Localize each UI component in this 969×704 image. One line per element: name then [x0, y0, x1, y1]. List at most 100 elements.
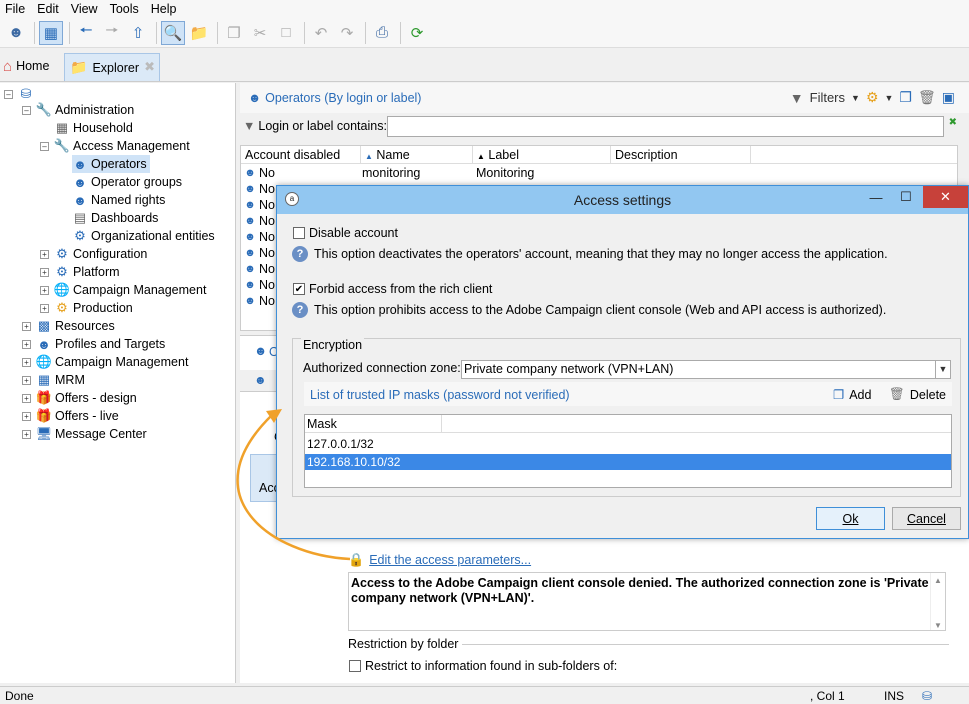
- filter-icon[interactable]: ▼: [790, 90, 804, 106]
- fullscreen-icon[interactable]: ▣: [942, 89, 955, 106]
- tree-item-administration[interactable]: – 🔧 Administration: [22, 101, 134, 119]
- tree-item-label: Production: [73, 301, 133, 315]
- expand-icon[interactable]: +: [22, 393, 31, 403]
- paste-icon[interactable]: □: [274, 21, 298, 45]
- restrict-subfolder-option[interactable]: Restrict to information found in sub-fol…: [349, 659, 617, 673]
- tree-item-production[interactable]: + ⚙ Production: [40, 299, 133, 317]
- menu-help[interactable]: Help: [145, 2, 183, 16]
- column-header[interactable]: Account disabled: [241, 145, 361, 164]
- tree-item-offers-live[interactable]: + 🎁 Offers - live: [22, 407, 119, 425]
- column-header[interactable]: ▲ Label: [473, 145, 611, 164]
- tree-item-household[interactable]: ▦ Household: [54, 119, 133, 137]
- column-header-name[interactable]: ▲ Name: [361, 145, 473, 164]
- scrollbar[interactable]: ▲ ▼: [930, 573, 945, 630]
- gear-icon: ⚙: [56, 264, 68, 279]
- expand-icon[interactable]: +: [40, 267, 49, 277]
- folder-icon: 📁: [70, 59, 88, 75]
- expand-icon[interactable]: +: [40, 249, 49, 259]
- restrict-checkbox[interactable]: [349, 660, 361, 672]
- delete-icon[interactable]: 🗑: [918, 89, 936, 106]
- login-filter-input[interactable]: [387, 116, 944, 137]
- minimize-icon[interactable]: —: [860, 186, 892, 208]
- collapse-icon[interactable]: –: [40, 141, 49, 151]
- redo-icon[interactable]: ↷: [335, 21, 359, 45]
- ip-mask-table: Mask 127.0.0.1/32 192.168.10.10/32: [304, 414, 952, 488]
- connection-zone-select[interactable]: Private company network (VPN+LAN) ▼: [461, 360, 951, 379]
- tab-home[interactable]: ⌂ Home: [3, 55, 49, 77]
- forbid-access-option[interactable]: ✔ Forbid access from the rich client: [293, 282, 492, 296]
- menu-tools[interactable]: Tools: [104, 2, 145, 16]
- chevron-down-icon[interactable]: ▼: [851, 93, 860, 103]
- expand-icon[interactable]: +: [22, 357, 31, 367]
- collapse-icon[interactable]: –: [4, 89, 13, 99]
- menu-edit[interactable]: Edit: [31, 2, 65, 16]
- filters-button[interactable]: Filters: [810, 90, 845, 105]
- expand-icon[interactable]: +: [40, 303, 49, 313]
- table-row[interactable]: 127.0.0.1/32: [305, 436, 951, 452]
- column-header[interactable]: Description: [611, 145, 751, 164]
- operator-icon: ☻: [254, 373, 267, 387]
- forward-icon[interactable]: 🠖: [100, 21, 124, 45]
- chevron-down-icon[interactable]: ▼: [935, 361, 950, 378]
- cut-icon[interactable]: ✂: [248, 21, 272, 45]
- maximize-icon[interactable]: ☐: [890, 186, 922, 208]
- ok-button[interactable]: Ok: [816, 507, 885, 530]
- cancel-button[interactable]: Cancel: [892, 507, 961, 530]
- tree-item-configuration[interactable]: + ⚙ Configuration: [40, 245, 147, 263]
- add-mask-button[interactable]: ❐ Add: [833, 387, 871, 403]
- delete-mask-button[interactable]: 🗑 Delete: [889, 387, 946, 402]
- tree-item-campaign-management-2[interactable]: + 🌐 Campaign Management: [22, 353, 188, 371]
- menu-view[interactable]: View: [65, 2, 104, 16]
- tree-item-dashboards[interactable]: ▤ Dashboards: [72, 209, 159, 227]
- tab-strip: ⌂ Home 📁 Explorer ✖: [0, 49, 969, 82]
- tree-item-resources[interactable]: + ▩ Resources: [22, 317, 115, 335]
- expand-icon[interactable]: +: [22, 411, 31, 421]
- tree-item-profiles-targets[interactable]: + ☻ Profiles and Targets: [22, 335, 165, 353]
- menu-file[interactable]: File: [0, 2, 31, 16]
- up-folder-icon[interactable]: ⇧: [126, 21, 150, 45]
- tab-explorer[interactable]: 📁 Explorer ✖: [64, 53, 160, 81]
- close-tab-icon[interactable]: ✖: [144, 59, 155, 75]
- clear-filter-icon[interactable]: ✖: [949, 117, 957, 128]
- operator-icon: ☻: [244, 295, 256, 307]
- folder-icon[interactable]: 📁: [187, 21, 211, 45]
- tree-item-mrm[interactable]: + ▦ MRM: [22, 371, 85, 389]
- layout-icon[interactable]: ▦: [39, 20, 63, 45]
- disable-account-option[interactable]: Disable account: [293, 226, 398, 240]
- trusted-ip-link[interactable]: List of trusted IP masks (password not v…: [310, 388, 570, 402]
- expand-icon[interactable]: +: [22, 375, 31, 385]
- tree-item-access-management[interactable]: – 🔧 Access Management: [40, 137, 190, 155]
- connect-icon[interactable]: ☻: [4, 21, 28, 45]
- tree-item-named-rights[interactable]: ☻ Named rights: [72, 191, 165, 209]
- table-row-selected[interactable]: 192.168.10.10/32: [305, 454, 951, 470]
- tree-item-organizational-entities[interactable]: ⚙ Organizational entities: [72, 227, 215, 245]
- expand-icon[interactable]: +: [22, 339, 31, 349]
- undo-icon[interactable]: ↶: [309, 21, 333, 45]
- tree-item-offers-design[interactable]: + 🎁 Offers - design: [22, 389, 137, 407]
- expand-icon[interactable]: +: [22, 321, 31, 331]
- chevron-down-icon[interactable]: ▼: [885, 93, 894, 103]
- copy-icon[interactable]: ❐: [222, 21, 246, 45]
- tree-item-operators[interactable]: ☻ Operators: [72, 155, 150, 173]
- help-icon: ?: [292, 246, 308, 262]
- new-icon[interactable]: ⚙: [866, 89, 879, 106]
- edit-access-link[interactable]: 🔒 Edit the access parameters...: [348, 552, 531, 568]
- collapse-icon[interactable]: –: [22, 105, 31, 115]
- close-icon[interactable]: ✕: [923, 186, 968, 208]
- tree-item-message-center[interactable]: + 🖥 Message Center: [22, 425, 147, 443]
- tree-item-platform[interactable]: + ⚙ Platform: [40, 263, 120, 281]
- disable-account-checkbox[interactable]: [293, 227, 305, 239]
- tree-item-operator-groups[interactable]: ☻ Operator groups: [72, 173, 182, 191]
- back-icon[interactable]: 🠔: [74, 21, 98, 45]
- expand-icon[interactable]: +: [22, 429, 31, 439]
- forbid-access-checkbox[interactable]: ✔: [293, 283, 305, 295]
- expand-icon[interactable]: +: [40, 285, 49, 295]
- list-header: Account disabled ▲ Name ▲ Label Descript…: [241, 145, 957, 164]
- refresh-icon[interactable]: ⟳: [405, 21, 429, 45]
- duplicate-icon[interactable]: ❐: [899, 89, 912, 106]
- search-explorer-icon[interactable]: 🔍: [161, 20, 185, 45]
- tree-item-campaign-management[interactable]: + 🌐 Campaign Management: [40, 281, 206, 299]
- cell-disabled: No: [259, 246, 275, 260]
- print-icon[interactable]: ⎙: [370, 21, 394, 45]
- table-row[interactable]: ☻ No monitoring Monitoring: [241, 165, 957, 181]
